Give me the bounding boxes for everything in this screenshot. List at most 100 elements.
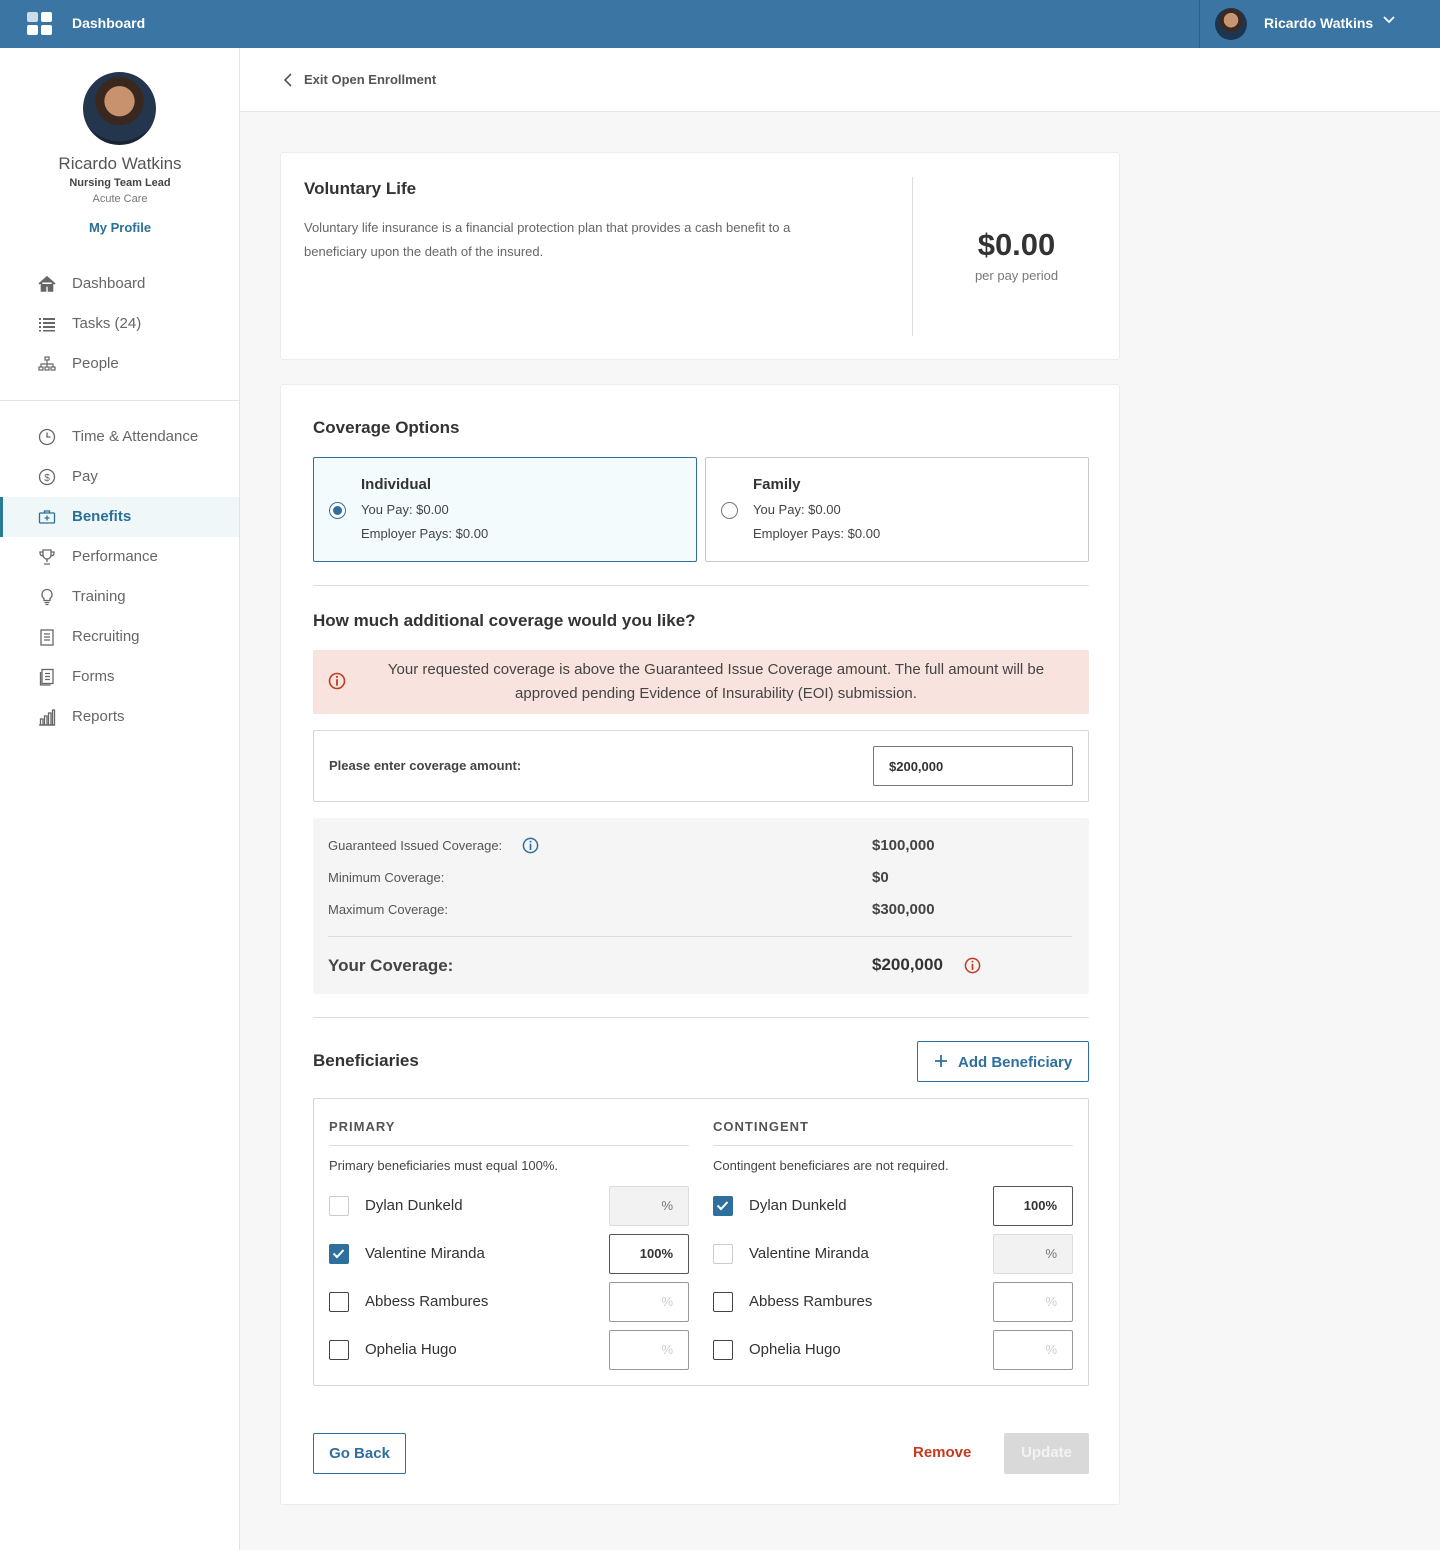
plan-price: $0.00: [977, 227, 1056, 262]
exit-open-enrollment-link[interactable]: Exit Open Enrollment: [304, 72, 436, 87]
beneficiaries-panel: PRIMARY Primary beneficiaries must equal…: [313, 1098, 1089, 1386]
beneficiary-percent-input[interactable]: 100%: [609, 1234, 689, 1274]
maximum-coverage-value: $300,000: [872, 901, 935, 918]
forms-icon: [39, 668, 54, 686]
sidebar-item-label: Benefits: [72, 508, 132, 525]
sidebar-item-time-attendance[interactable]: Time & Attendance: [0, 417, 239, 457]
beneficiary-percent-input[interactable]: %: [609, 1330, 689, 1370]
plan-summary-card: Voluntary Life Voluntary life insurance …: [280, 152, 1120, 360]
option-employer-pays: Employer Pays: $0.00: [361, 526, 489, 541]
coverage-summary: Guaranteed Issued Coverage: $100,000 Min…: [313, 818, 1089, 994]
beneficiary-checkbox[interactable]: [713, 1292, 733, 1312]
beneficiary-checkbox[interactable]: [329, 1292, 349, 1312]
coverage-option-individual[interactable]: Individual You Pay: $0.00 Employer Pays:…: [313, 457, 697, 562]
list-icon: [39, 318, 55, 332]
beneficiary-percent-input[interactable]: %: [993, 1330, 1073, 1370]
chevron-left-icon[interactable]: [282, 72, 294, 88]
alert-info-icon[interactable]: [964, 957, 981, 974]
beneficiary-name: Valentine Miranda: [365, 1245, 485, 1262]
remove-button[interactable]: Remove: [913, 1444, 971, 1461]
user-menu[interactable]: Ricardo Watkins: [1199, 0, 1440, 48]
sidebar-item-training[interactable]: Training: [0, 577, 239, 617]
beneficiary-name: Abbess Rambures: [365, 1293, 489, 1310]
section-divider: [313, 585, 1089, 586]
sidebar-item-benefits[interactable]: Benefits: [0, 497, 239, 537]
guaranteed-coverage-value: $100,000: [872, 837, 935, 854]
beneficiary-checkbox[interactable]: [329, 1340, 349, 1360]
coverage-amount-label: Please enter coverage amount:: [329, 758, 522, 773]
coverage-option-family[interactable]: Family You Pay: $0.00 Employer Pays: $0.…: [705, 457, 1089, 562]
sidebar-item-recruiting[interactable]: Recruiting: [0, 617, 239, 657]
primary-heading: PRIMARY: [329, 1119, 396, 1134]
beneficiary-name: Valentine Miranda: [749, 1245, 869, 1262]
org-chart-icon: [38, 356, 56, 371]
sidebar-item-pay[interactable]: $ Pay: [0, 457, 239, 497]
clipboard-icon: [40, 629, 54, 646]
home-icon: [38, 275, 56, 292]
enrollment-form-card: Coverage Options Individual You Pay: $0.…: [280, 384, 1120, 1505]
beneficiary-percent-input[interactable]: %: [993, 1282, 1073, 1322]
option-name: Family: [753, 476, 801, 493]
primary-beneficiary-row: Abbess Rambures %: [329, 1282, 689, 1322]
sidebar-item-label: Tasks (24): [72, 315, 142, 332]
user-name: Ricardo Watkins: [1264, 15, 1374, 31]
sidebar-item-reports[interactable]: Reports: [0, 697, 239, 737]
sidebar-item-label: Reports: [72, 708, 125, 725]
trophy-icon: [39, 549, 55, 565]
sidebar-item-label: People: [72, 355, 119, 372]
add-beneficiary-button[interactable]: Add Beneficiary: [917, 1041, 1089, 1082]
beneficiary-checkbox[interactable]: [713, 1196, 733, 1216]
primary-beneficiary-row: Dylan Dunkeld %: [329, 1186, 689, 1226]
eoi-alert: Your requested coverage is above the Gua…: [313, 650, 1089, 714]
beneficiary-checkbox[interactable]: [329, 1244, 349, 1264]
column-divider: [713, 1145, 1073, 1146]
sidebar-item-tasks[interactable]: Tasks (24): [0, 304, 239, 344]
info-icon[interactable]: [522, 837, 539, 854]
beneficiary-name: Dylan Dunkeld: [749, 1197, 847, 1214]
beneficiary-name: Dylan Dunkeld: [365, 1197, 463, 1214]
coverage-amount-input[interactable]: [873, 746, 1073, 786]
beneficiary-checkbox[interactable]: [713, 1244, 733, 1264]
maximum-coverage-label: Maximum Coverage:: [328, 902, 448, 917]
beneficiary-checkbox[interactable]: [329, 1196, 349, 1216]
summary-divider: [328, 936, 1072, 937]
update-button[interactable]: Update: [1004, 1433, 1089, 1474]
sidebar-item-forms[interactable]: Forms: [0, 657, 239, 697]
svg-text:$: $: [44, 473, 50, 484]
plus-icon: [935, 1055, 947, 1067]
sidebar-item-label: Dashboard: [72, 275, 146, 292]
my-profile-link[interactable]: My Profile: [0, 220, 240, 235]
option-employer-pays: Employer Pays: $0.00: [753, 526, 881, 541]
sidebar-item-label: Forms: [72, 668, 115, 685]
sidebar-item-people[interactable]: People: [0, 344, 239, 384]
column-divider: [329, 1145, 689, 1146]
radio-selected[interactable]: [329, 502, 346, 519]
plan-description: Voluntary life insurance is a financial …: [304, 220, 791, 259]
go-back-button[interactable]: Go Back: [313, 1433, 406, 1474]
sidebar-item-dashboard[interactable]: Dashboard: [0, 264, 239, 304]
additional-coverage-title: How much additional coverage would you l…: [313, 611, 696, 630]
checkmark-icon: [332, 1249, 345, 1259]
radio-unselected[interactable]: [721, 502, 738, 519]
profile-photo: [83, 72, 156, 145]
sidebar-item-performance[interactable]: Performance: [0, 537, 239, 577]
page-subheader: Exit Open Enrollment: [240, 48, 1440, 112]
minimum-coverage-label: Minimum Coverage:: [328, 870, 445, 885]
checkmark-icon: [716, 1201, 729, 1211]
contingent-beneficiary-row: Dylan Dunkeld 100%: [713, 1186, 1073, 1226]
sidebar-divider: [0, 400, 239, 401]
beneficiary-percent-input[interactable]: 100%: [993, 1186, 1073, 1226]
lightbulb-icon: [41, 588, 53, 606]
add-beneficiary-label: Add Beneficiary: [958, 1054, 1073, 1071]
beneficiary-checkbox[interactable]: [713, 1340, 733, 1360]
alert-text: Your requested coverage is above the Gua…: [387, 661, 1045, 702]
minimum-coverage-value: $0: [872, 869, 889, 886]
profile-role: Nursing Team Lead: [69, 177, 171, 189]
app-title[interactable]: Dashboard: [72, 15, 145, 31]
update-label: Update: [1021, 1444, 1072, 1461]
app-grid-icon[interactable]: [27, 12, 53, 36]
contingent-beneficiary-row: Valentine Miranda %: [713, 1234, 1073, 1274]
sidebar-item-label: Training: [72, 588, 126, 605]
beneficiary-percent-input[interactable]: %: [609, 1282, 689, 1322]
option-name: Individual: [361, 476, 432, 493]
